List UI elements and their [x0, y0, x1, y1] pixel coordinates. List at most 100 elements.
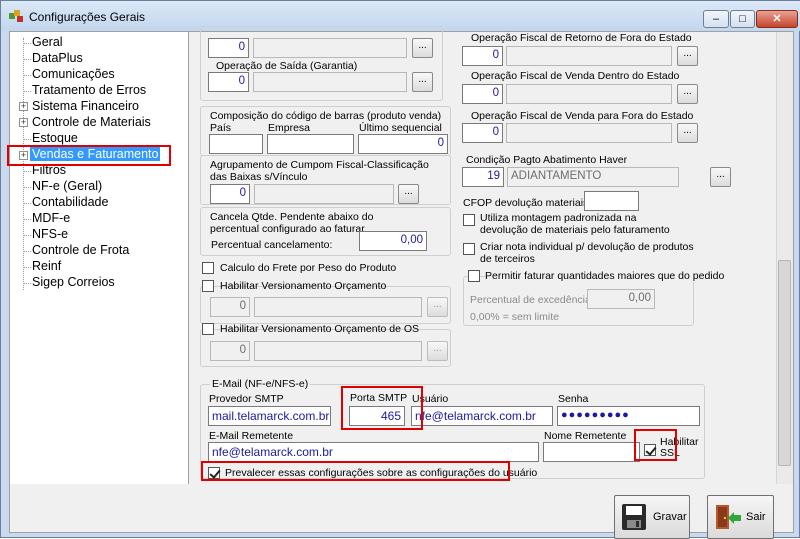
tree-item-sigep-correios[interactable]: Sigep Correios [32, 275, 115, 289]
minimize-button[interactable]: – [703, 10, 729, 28]
tree-branch [23, 203, 31, 204]
gravar-button[interactable]: Gravar [614, 495, 690, 539]
window: Configurações Gerais – □ ✕ Geral DataPlu… [0, 0, 800, 539]
usuario-input[interactable]: nfe@telamarck.com.br [411, 406, 553, 426]
email-remetente-input[interactable]: nfe@telamarck.com.br [208, 442, 539, 462]
tree-item-comunicacoes[interactable]: Comunicações [32, 67, 115, 81]
cond-pagto-desc: ADIANTAMENTO [507, 167, 679, 187]
empresa-input[interactable] [267, 134, 354, 154]
tree-item-nfe-geral[interactable]: NF-e (Geral) [32, 179, 102, 193]
sair-button[interactable]: Sair [707, 495, 774, 539]
calculo-frete-checkbox[interactable] [202, 262, 214, 274]
retorno-fora-desc [506, 46, 672, 66]
tree-branch [23, 267, 31, 268]
venda-fora-label: Operação Fiscal de Venda para Fora do Es… [471, 110, 694, 122]
tree-branch [23, 251, 31, 252]
permitir-faturar-label: Permitir faturar quantidades maiores que… [485, 270, 728, 282]
tree-branch [23, 219, 31, 220]
calculo-frete-label: Calculo do Frete por Peso do Produto [220, 262, 397, 274]
utiliza-montagem-checkbox[interactable] [463, 214, 475, 226]
floppy-disk-icon [622, 504, 646, 530]
settings-panel: 0 ... Operação de Saída (Garantia) 0 ...… [191, 26, 776, 484]
top-operation-lookup-button[interactable]: ... [412, 38, 433, 58]
pais-input[interactable] [209, 134, 263, 154]
versionamento-os-code[interactable]: 0 [210, 341, 250, 361]
app-icon [9, 10, 23, 22]
cond-pagto-code[interactable]: 19 [462, 167, 504, 187]
top-operation-desc [253, 38, 407, 58]
window-title: Configurações Gerais [29, 10, 146, 24]
agrupamento-lookup-button[interactable]: ... [398, 184, 419, 204]
highlight-frame [7, 145, 171, 166]
versionamento-orcamento-lookup-button[interactable]: ... [427, 297, 448, 317]
versionamento-os-lookup-button[interactable]: ... [427, 341, 448, 361]
close-button[interactable]: ✕ [756, 10, 798, 28]
saida-garantia-code[interactable]: 0 [208, 72, 249, 92]
tree-item-sistema-financeiro[interactable]: Sistema Financeiro [32, 99, 139, 113]
venda-dentro-desc [506, 84, 672, 104]
cond-pagto-lookup-button[interactable]: ... [710, 167, 731, 187]
email-group-label: E-Mail (NF-e/NFS-e) [210, 378, 311, 390]
agrupamento-code[interactable]: 0 [210, 184, 250, 204]
permitir-faturar-checkbox[interactable] [468, 270, 480, 282]
ultimo-sequencial-input[interactable]: 0 [358, 134, 448, 154]
cfop-devolucao-input[interactable] [584, 191, 639, 211]
pais-label: País [210, 122, 232, 134]
versionamento-orcamento-checkbox[interactable] [202, 280, 214, 292]
tree-branch [23, 75, 31, 76]
settings-tree: Geral DataPlus Comunicações Tratamento d… [7, 32, 189, 532]
tree-branch [23, 139, 31, 140]
saida-garantia-lookup-button[interactable]: ... [412, 72, 433, 92]
utiliza-montagem-label: Utiliza montagem padronizada na devoluçã… [480, 212, 670, 236]
versionamento-os-desc [254, 341, 422, 361]
venda-dentro-lookup-button[interactable]: ... [677, 84, 698, 104]
tree-item-estoque[interactable]: Estoque [32, 131, 78, 145]
saida-garantia-label: Operação de Saída (Garantia) [216, 60, 358, 72]
empresa-label: Empresa [268, 122, 311, 134]
highlight-prevalecer [201, 461, 510, 481]
retorno-fora-lookup-button[interactable]: ... [677, 46, 698, 66]
versionamento-os-label: Habilitar Versionamento Orçamento de OS [220, 323, 420, 335]
venda-fora-desc [506, 123, 672, 143]
tree-branch [23, 283, 31, 284]
criar-nota-checkbox[interactable] [463, 243, 475, 255]
venda-dentro-label: Operação Fiscal de Venda Dentro do Estad… [471, 70, 680, 82]
provedor-smtp-label: Provedor SMTP [209, 393, 284, 405]
tree-branch [23, 59, 31, 60]
versionamento-orcamento-code[interactable]: 0 [210, 297, 250, 317]
tree-item-reinf[interactable]: Reinf [32, 259, 61, 273]
highlight-porta-smtp [341, 386, 423, 430]
tree-item-contabilidade[interactable]: Contabilidade [32, 195, 108, 209]
venda-fora-lookup-button[interactable]: ... [677, 123, 698, 143]
tree-item-geral[interactable]: Geral [32, 35, 63, 49]
percentual-cancelamento-label: Percentual cancelamento: [211, 239, 333, 251]
agrupamento-label: Agrupamento de Cumpom Fiscal-Classificaç… [210, 159, 429, 183]
retorno-fora-code[interactable]: 0 [462, 46, 503, 66]
top-operation-code[interactable]: 0 [208, 38, 249, 58]
provedor-smtp-input[interactable]: mail.telamarck.com.br [208, 406, 331, 426]
tree-item-tratamento-erros[interactable]: Tratamento de Erros [32, 83, 146, 97]
tree-branch [23, 187, 31, 188]
tree-item-nfse[interactable]: NFS-e [32, 227, 68, 241]
venda-fora-code[interactable]: 0 [462, 123, 503, 143]
scrollbar-thumb[interactable] [778, 260, 791, 466]
venda-dentro-code[interactable]: 0 [462, 84, 503, 104]
nome-remetente-label: Nome Remetente [544, 430, 627, 442]
excedencia-input[interactable]: 0,00 [587, 289, 655, 309]
criar-nota-label: Criar nota individual p/ devolução de pr… [480, 241, 694, 265]
nome-remetente-input[interactable] [543, 442, 640, 462]
maximize-button[interactable]: □ [730, 10, 755, 28]
senha-input[interactable]: ●●●●●●●●● [557, 406, 700, 426]
expand-icon[interactable]: + [19, 102, 28, 111]
tree-item-dataplus[interactable]: DataPlus [32, 51, 83, 65]
expand-icon[interactable]: + [19, 118, 28, 127]
tree-item-controle-frota[interactable]: Controle de Frota [32, 243, 129, 257]
cfop-devolucao-label: CFOP devolução materiais: [463, 197, 592, 209]
excedencia-label: Percentual de excedência: [470, 294, 594, 306]
percentual-cancelamento-input[interactable]: 0,00 [359, 231, 427, 251]
tree-branch [23, 171, 31, 172]
tree-branch [23, 91, 31, 92]
versionamento-os-checkbox[interactable] [202, 323, 214, 335]
tree-item-controle-materiais[interactable]: Controle de Materiais [32, 115, 151, 129]
tree-item-mdfe[interactable]: MDF-e [32, 211, 70, 225]
